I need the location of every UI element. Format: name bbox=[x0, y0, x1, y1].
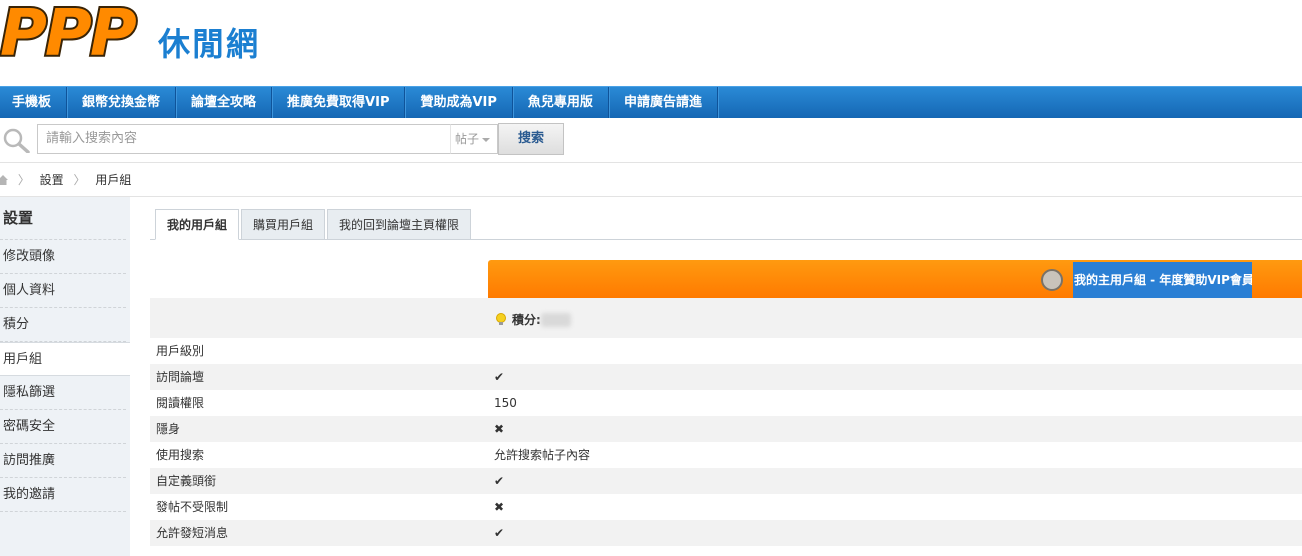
points-label: 積分: bbox=[512, 313, 541, 327]
table-row: 隱身 ✖ bbox=[150, 416, 1302, 442]
search-button[interactable]: 搜索 bbox=[498, 123, 564, 155]
check-icon: ✔ bbox=[494, 370, 505, 384]
table-row: 閱讀權限 150 bbox=[150, 390, 1302, 416]
sidebar-item-privacy[interactable]: 隱私篩選 bbox=[0, 376, 126, 410]
check-icon: ✔ bbox=[494, 526, 505, 540]
sidebar-item-avatar[interactable]: 修改頭像 bbox=[0, 240, 126, 274]
permission-label: 訪問論壇 bbox=[156, 370, 205, 384]
nav-item-fish-board[interactable]: 魚兒專用版 bbox=[513, 87, 609, 118]
lightbulb-icon bbox=[496, 313, 506, 325]
nav-item-exchange[interactable]: 銀幣兌換金幣 bbox=[67, 87, 177, 118]
breadcrumb-settings[interactable]: 設置 bbox=[40, 173, 64, 187]
search-type-select[interactable]: 帖子 bbox=[450, 124, 498, 154]
sidebar-item-password[interactable]: 密碼安全 bbox=[0, 410, 126, 444]
table-row: 用戶級別 bbox=[150, 338, 1302, 364]
nav-item-ads[interactable]: 申請廣告請進 bbox=[609, 87, 718, 118]
table-row: 訪問論壇 ✔ bbox=[150, 364, 1302, 390]
nav-item-guide[interactable]: 論壇全攻略 bbox=[176, 87, 273, 118]
permission-label: 自定義頭銜 bbox=[156, 474, 217, 488]
main-group-label: 我的主用戶組 - 年度贊助VIP會員 bbox=[1073, 262, 1252, 298]
table-row: 發帖不受限制 ✖ bbox=[150, 494, 1302, 520]
group-points-row bbox=[150, 298, 1302, 338]
tab-buy-usergroup[interactable]: 購買用戶組 bbox=[241, 209, 326, 240]
points-value-redacted bbox=[540, 313, 571, 327]
breadcrumb-usergroup[interactable]: 用戶組 bbox=[95, 173, 131, 187]
settings-sidebar: 設置 修改頭像 個人資料 積分 用戶組 隱私篩選 密碼安全 訪問推廣 我的邀請 bbox=[0, 197, 130, 556]
permission-label: 使用搜索 bbox=[156, 448, 205, 462]
sidebar-item-usergroup[interactable]: 用戶組 bbox=[0, 342, 130, 376]
sidebar-item-points[interactable]: 積分 bbox=[0, 308, 126, 342]
cross-icon: ✖ bbox=[494, 500, 505, 514]
site-logo-subtitle[interactable]: 休閒網 bbox=[158, 24, 260, 64]
breadcrumb: 〉 設置 〉 用戶組 bbox=[0, 163, 1302, 197]
home-icon[interactable] bbox=[0, 175, 8, 185]
permission-label: 隱身 bbox=[156, 422, 181, 436]
search-input[interactable]: 請輸入搜索內容 bbox=[37, 124, 450, 154]
search-type-label: 帖子 bbox=[455, 132, 480, 146]
sidebar-item-promotion[interactable]: 訪問推廣 bbox=[0, 444, 126, 478]
site-logo[interactable]: PPP bbox=[0, 0, 139, 74]
site-header: PPP 休閒網 bbox=[0, 0, 1302, 86]
usergroup-tabs: 我的用戶組 購買用戶組 我的回到論壇主頁權限 bbox=[155, 209, 473, 240]
table-row: 使用搜索 允許搜索帖子內容 bbox=[150, 442, 1302, 468]
avatar bbox=[1041, 269, 1063, 291]
sidebar-item-profile[interactable]: 個人資料 bbox=[0, 274, 126, 308]
sidebar-item-invites[interactable]: 我的邀請 bbox=[0, 478, 126, 512]
nav-item-mobile[interactable]: 手機板 bbox=[0, 87, 68, 118]
permission-table: 用戶級別 訪問論壇 ✔ 閱讀權限 150 隱身 ✖ 使用搜索 允許搜索帖子內容 … bbox=[150, 338, 1302, 546]
permission-label: 用戶級別 bbox=[156, 344, 205, 358]
nav-item-promote-vip[interactable]: 推廣免費取得VIP bbox=[272, 87, 406, 118]
permission-label: 閱讀權限 bbox=[156, 396, 205, 410]
table-row: 自定義頭銜 ✔ bbox=[150, 468, 1302, 494]
permission-value: 允許搜索帖子內容 bbox=[494, 448, 591, 462]
main-nav: 手機板 銀幣兌換金幣 論壇全攻略 推廣免費取得VIP 贊助成為VIP 魚兒專用版… bbox=[0, 86, 1302, 118]
search-icon bbox=[3, 128, 30, 153]
permission-value: 150 bbox=[494, 396, 517, 410]
chevron-down-icon bbox=[482, 137, 491, 142]
breadcrumb-separator: 〉 bbox=[73, 173, 86, 187]
points-display: 積分: bbox=[494, 311, 571, 329]
breadcrumb-separator: 〉 bbox=[17, 173, 30, 187]
permission-label: 允許發短消息 bbox=[156, 526, 229, 540]
nav-item-sponsor-vip[interactable]: 贊助成為VIP bbox=[405, 87, 513, 118]
search-bar: 請輸入搜索內容 帖子 搜索 bbox=[0, 118, 1302, 163]
cross-icon: ✖ bbox=[494, 422, 505, 436]
tab-my-usergroup[interactable]: 我的用戶組 bbox=[155, 209, 240, 240]
tab-forum-home-permissions[interactable]: 我的回到論壇主頁權限 bbox=[327, 209, 472, 240]
sidebar-title: 設置 bbox=[0, 197, 126, 240]
permission-label: 發帖不受限制 bbox=[156, 500, 229, 514]
check-icon: ✔ bbox=[494, 474, 505, 488]
table-row: 允許發短消息 ✔ bbox=[150, 520, 1302, 546]
